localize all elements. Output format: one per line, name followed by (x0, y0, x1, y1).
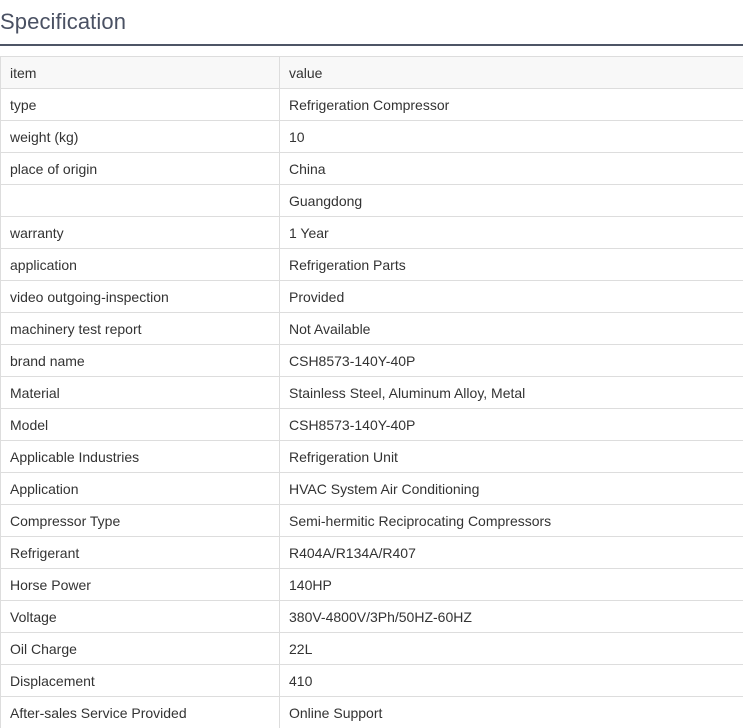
row-value-cell: China (279, 152, 743, 185)
table-row: Horse Power 140HP (0, 568, 743, 601)
table-row: place of origin China (0, 152, 743, 185)
column-header-item: item (0, 56, 280, 89)
table-row: Material Stainless Steel, Aluminum Alloy,… (0, 376, 743, 409)
table-row: machinery test report Not Available (0, 312, 743, 345)
table-row: Voltage 380V-4800V/3Ph/50HZ-60HZ (0, 600, 743, 633)
row-item-cell: type (0, 88, 280, 121)
table-header-row: item value (0, 56, 743, 89)
row-value-cell: CSH8573-140Y-40P (279, 408, 743, 441)
specification-table: item value type Refrigeration Compressor w… (0, 56, 743, 728)
column-header-value: value (279, 56, 743, 89)
spec-header: Specification (0, 0, 743, 46)
row-item-cell (0, 184, 280, 217)
row-item-cell: machinery test report (0, 312, 280, 345)
table-row: warranty 1 Year (0, 216, 743, 249)
row-item-cell: Voltage (0, 600, 280, 633)
row-value-cell: CSH8573-140Y-40P (279, 344, 743, 377)
row-item-cell: video outgoing-inspection (0, 280, 280, 313)
table-row: Model CSH8573-140Y-40P (0, 408, 743, 441)
row-item-cell: place of origin (0, 152, 280, 185)
row-item-cell: Application (0, 472, 280, 505)
row-item-cell: Oil Charge (0, 632, 280, 665)
row-value-cell: 10 (279, 120, 743, 153)
row-value-cell: Guangdong (279, 184, 743, 217)
table-row: Displacement 410 (0, 664, 743, 697)
page-title: Specification (0, 9, 127, 34)
row-value-cell: Refrigeration Unit (279, 440, 743, 473)
table-row: Applicable Industries Refrigeration Unit (0, 440, 743, 473)
row-item-cell: Compressor Type (0, 504, 280, 537)
row-value-cell: Not Available (279, 312, 743, 345)
row-value-cell: 140HP (279, 568, 743, 601)
row-value-cell: Refrigeration Compressor (279, 88, 743, 121)
table-row: Compressor Type Semi-hermitic Reciprocati… (0, 504, 743, 537)
row-value-cell: Refrigeration Parts (279, 248, 743, 281)
row-value-cell: 380V-4800V/3Ph/50HZ-60HZ (279, 600, 743, 633)
table-row: weight (kg) 10 (0, 120, 743, 153)
row-item-cell: Refrigerant (0, 536, 280, 569)
row-value-cell: Provided (279, 280, 743, 313)
row-value-cell: R404A/R134A/R407 (279, 536, 743, 569)
row-item-cell: Model (0, 408, 280, 441)
row-value-cell: Semi-hermitic Reciprocating Compressors (279, 504, 743, 537)
row-item-cell: Material (0, 376, 280, 409)
table-row: Oil Charge 22L (0, 632, 743, 665)
row-item-cell: Displacement (0, 664, 280, 697)
row-item-cell: brand name (0, 344, 280, 377)
table-row: Application HVAC System Air Conditioning (0, 472, 743, 505)
table-row: Guangdong (0, 184, 743, 217)
row-value-cell: 22L (279, 632, 743, 665)
row-item-cell: Horse Power (0, 568, 280, 601)
row-item-cell: Applicable Industries (0, 440, 280, 473)
table-row: brand name CSH8573-140Y-40P (0, 344, 743, 377)
table-row: Refrigerant R404A/R134A/R407 (0, 536, 743, 569)
table-row: application Refrigeration Parts (0, 248, 743, 281)
row-value-cell: HVAC System Air Conditioning (279, 472, 743, 505)
row-item-cell: application (0, 248, 280, 281)
row-value-cell: 410 (279, 664, 743, 697)
table-row: type Refrigeration Compressor (0, 88, 743, 121)
row-value-cell: Stainless Steel, Aluminum Alloy, Metal (279, 376, 743, 409)
row-value-cell: Online Support (279, 696, 743, 728)
table-row: After-sales Service Provided Online Suppo… (0, 696, 743, 728)
row-item-cell: warranty (0, 216, 280, 249)
row-value-cell: 1 Year (279, 216, 743, 249)
row-item-cell: After-sales Service Provided (0, 696, 280, 728)
row-item-cell: weight (kg) (0, 120, 280, 153)
table-row: video outgoing-inspection Provided (0, 280, 743, 313)
